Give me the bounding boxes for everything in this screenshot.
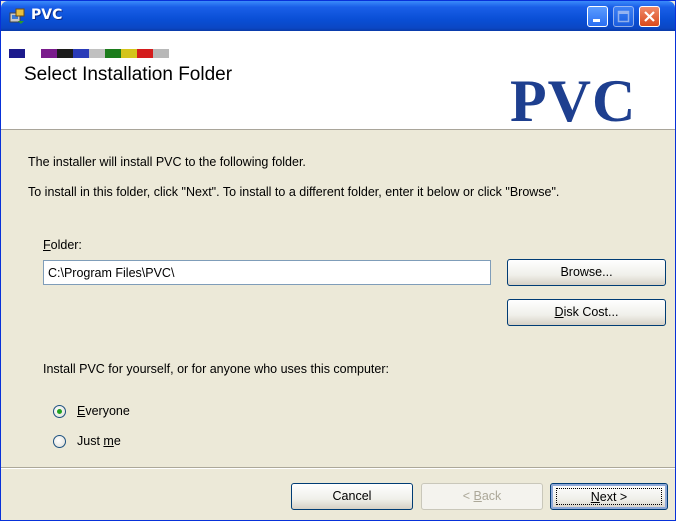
color-strip-block: [137, 49, 153, 58]
next-focus-rect: Next >: [556, 488, 662, 505]
installer-app-icon: [9, 8, 25, 24]
just-me-access-key: m: [103, 434, 114, 448]
folder-label: Folder:: [43, 238, 82, 252]
maximize-button: [613, 6, 634, 27]
color-strip-block: [41, 49, 57, 58]
minimize-icon: [593, 19, 600, 22]
just-me-radio[interactable]: [53, 434, 66, 448]
close-button[interactable]: [639, 6, 660, 27]
next-access-key: N: [590, 490, 600, 504]
just-me-label-rest: e: [113, 434, 121, 448]
back-button: < Back: [421, 483, 543, 510]
install-scope-label: Install PVC for yourself, or for anyone …: [43, 362, 389, 376]
footer-divider: [1, 467, 675, 469]
installer-window: PVC Select Installation Folder PVC The i…: [0, 0, 676, 521]
cancel-button[interactable]: Cancel: [291, 483, 413, 510]
everyone-label-rest: veryone: [85, 404, 130, 418]
install-instructions-text: To install in this folder, click "Next".…: [28, 185, 560, 199]
title-bar[interactable]: PVC: [1, 1, 675, 31]
disk-cost-label-rest: isk Cost...: [563, 305, 619, 319]
everyone-label: Everyone: [77, 404, 130, 418]
color-strip-block: [89, 49, 105, 58]
just-me-label-start: Just: [77, 434, 104, 448]
just-me-radio-option[interactable]: Just me: [53, 432, 121, 450]
color-strip-block: [153, 49, 169, 58]
color-strip: [9, 49, 169, 58]
everyone-radio-option[interactable]: Everyone: [53, 402, 130, 420]
back-access-key: B: [473, 489, 482, 503]
everyone-radio[interactable]: [53, 404, 66, 418]
color-strip-block: [121, 49, 137, 58]
next-label-rest: ext >: [599, 490, 628, 504]
folder-path-input[interactable]: [43, 260, 491, 285]
maximize-icon: [617, 10, 630, 23]
page-title: Select Installation Folder: [24, 64, 233, 85]
pvc-logo: PVC: [510, 68, 637, 134]
just-me-label: Just me: [77, 434, 121, 448]
header-banner: Select Installation Folder PVC: [1, 31, 675, 134]
folder-label-rest: older:: [50, 238, 82, 252]
disk-cost-button[interactable]: Disk Cost...: [507, 299, 666, 326]
disk-cost-access-key: D: [554, 305, 564, 319]
window-title: PVC: [31, 7, 63, 23]
color-strip-block: [9, 49, 25, 58]
minimize-button[interactable]: [587, 6, 608, 27]
back-label-rest: ack: [481, 489, 502, 503]
color-strip-block: [105, 49, 121, 58]
color-strip-block: [57, 49, 73, 58]
back-label-start: <: [462, 489, 474, 503]
install-location-text: The installer will install PVC to the fo…: [28, 155, 306, 169]
color-strip-block: [73, 49, 89, 58]
next-button[interactable]: Next >: [550, 483, 668, 510]
close-icon: [644, 11, 655, 22]
color-strip-block: [25, 49, 41, 58]
browse-button[interactable]: Browse...: [507, 259, 666, 286]
folder-label-access-key: F: [43, 238, 51, 252]
